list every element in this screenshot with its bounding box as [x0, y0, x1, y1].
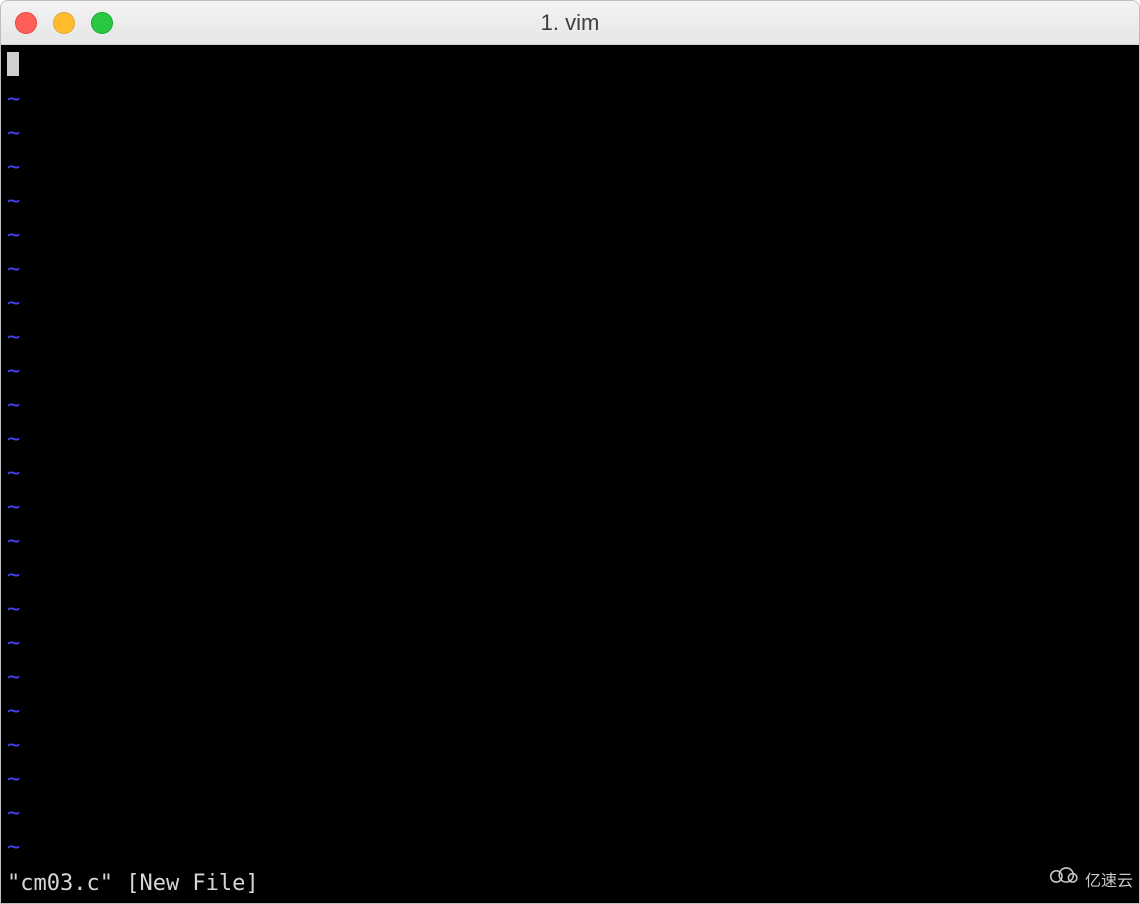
empty-line-tilde: ~: [7, 797, 1133, 831]
cursor-line[interactable]: [7, 49, 1133, 83]
vim-buffer[interactable]: ~~~~~~~~~~~~~~~~~~~~~~~: [7, 49, 1133, 867]
empty-line-tilde: ~: [7, 763, 1133, 797]
empty-line-tilde: ~: [7, 491, 1133, 525]
terminal-window: 1. vim ~~~~~~~~~~~~~~~~~~~~~~~ "cm03.c" …: [0, 0, 1140, 904]
window-titlebar[interactable]: 1. vim: [1, 1, 1139, 45]
empty-line-tilde: ~: [7, 355, 1133, 389]
text-cursor: [7, 52, 19, 76]
empty-line-tilde: ~: [7, 559, 1133, 593]
traffic-lights: [15, 12, 113, 34]
empty-line-tilde: ~: [7, 729, 1133, 763]
empty-line-tilde: ~: [7, 83, 1133, 117]
minimize-window-button[interactable]: [53, 12, 75, 34]
empty-line-tilde: ~: [7, 593, 1133, 627]
empty-line-tilde: ~: [7, 831, 1133, 865]
empty-line-tilde: ~: [7, 525, 1133, 559]
zoom-window-button[interactable]: [91, 12, 113, 34]
close-window-button[interactable]: [15, 12, 37, 34]
window-title: 1. vim: [541, 10, 600, 36]
empty-line-tilde: ~: [7, 151, 1133, 185]
empty-line-tilde: ~: [7, 423, 1133, 457]
empty-line-tilde: ~: [7, 457, 1133, 491]
empty-line-tilde: ~: [7, 253, 1133, 287]
empty-line-tilde: ~: [7, 321, 1133, 355]
empty-line-tilde: ~: [7, 627, 1133, 661]
terminal-viewport[interactable]: ~~~~~~~~~~~~~~~~~~~~~~~ "cm03.c" [New Fi…: [1, 45, 1139, 903]
empty-line-tilde: ~: [7, 389, 1133, 423]
vim-status-line: "cm03.c" [New File]: [7, 867, 1133, 901]
empty-line-tilde: ~: [7, 185, 1133, 219]
empty-line-tilde: ~: [7, 695, 1133, 729]
empty-line-tilde: ~: [7, 661, 1133, 695]
empty-line-tilde: ~: [7, 117, 1133, 151]
empty-line-tilde: ~: [7, 287, 1133, 321]
empty-line-tilde: ~: [7, 219, 1133, 253]
